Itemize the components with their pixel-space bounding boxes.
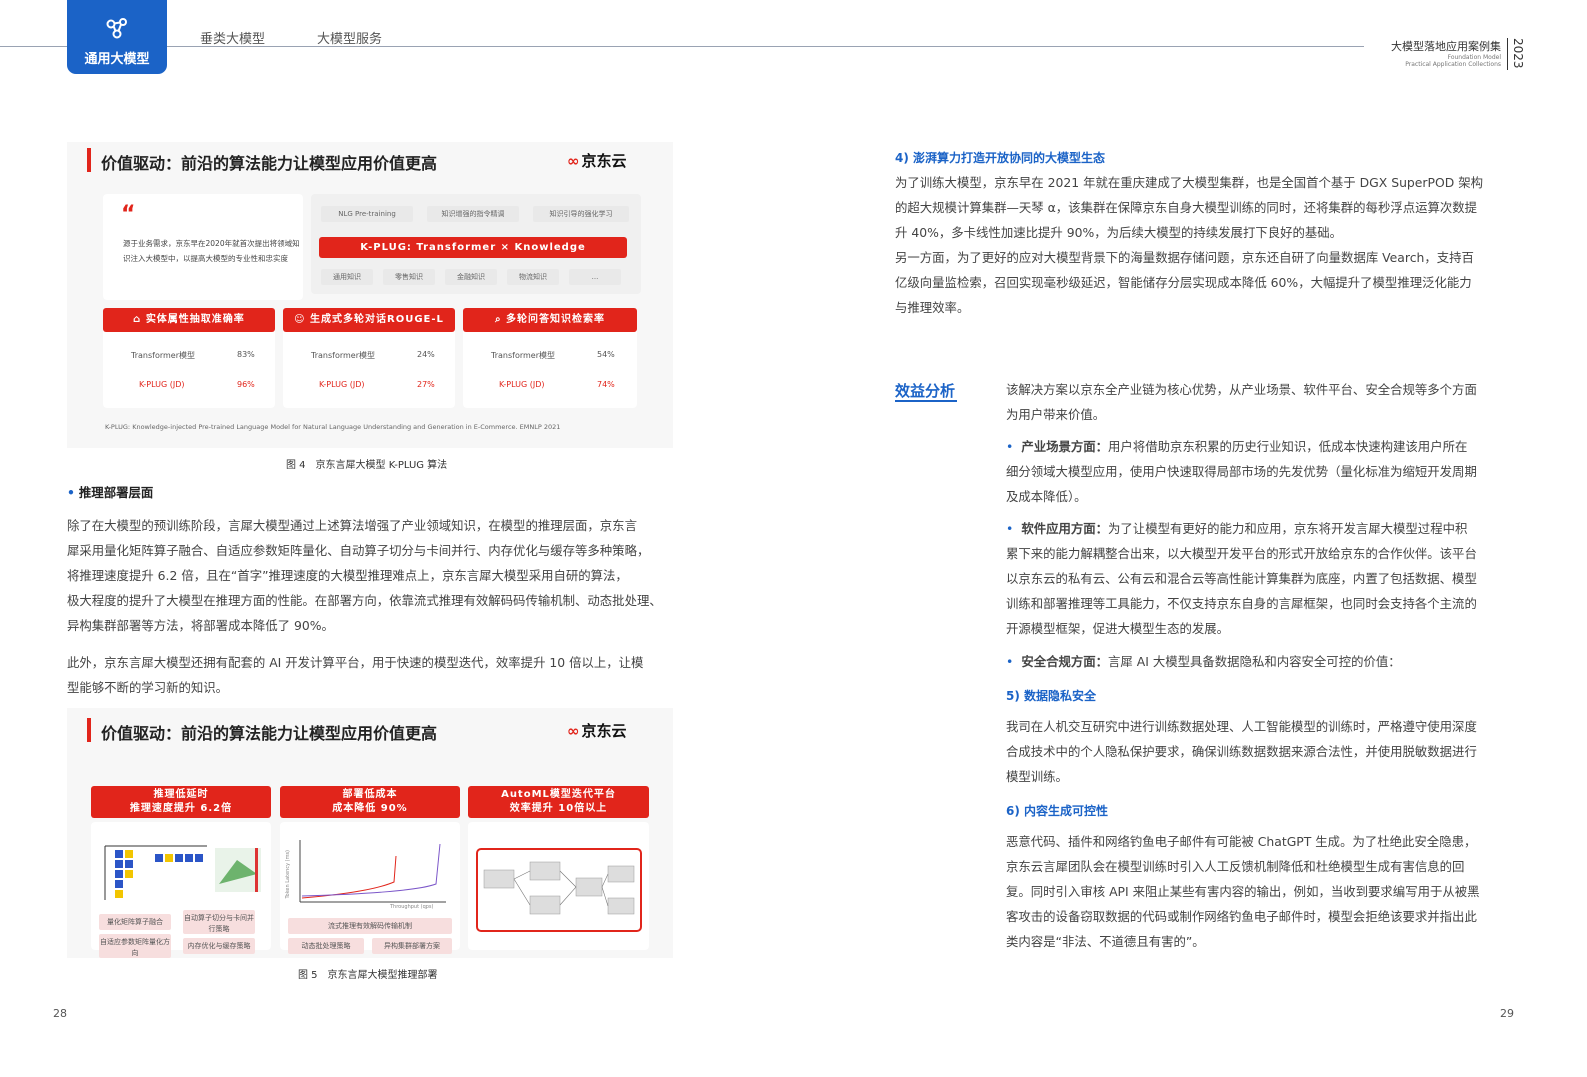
paragraph: 为了训练大模型，京东早在 2021 年就在重庆建成了大模型集群，也是全国首个基于…	[895, 175, 1483, 315]
bullet-item: • 产业场景方面：用户将借助京东积累的历史行业知识，低成本快速构建该用户所在 细分领…	[1006, 439, 1477, 504]
metric-card-title: ⌕ 多轮问答知识检索率	[463, 308, 637, 332]
row-value: 24%	[417, 350, 435, 359]
row-value: 27%	[417, 380, 435, 389]
tab-general-model[interactable]: 通用大模型	[67, 0, 167, 74]
chart-x-label: Throughput (qps)	[390, 904, 434, 910]
latency-chart	[299, 840, 446, 903]
jd-logo-icon: ∞	[567, 722, 580, 740]
page-number-left: 28	[53, 1007, 67, 1020]
metric-card-title: ⌂ 实体属性抽取准确率	[103, 308, 275, 332]
building-icon: ⌂	[133, 314, 146, 325]
brand-title: 大模型落地应用案例集	[1391, 40, 1501, 53]
quote-text: 源于业务需求，京东早在2020年就首次提出将领域知识注入大模型中，以提高大模型的…	[123, 239, 300, 263]
jd-cloud-logo: ∞ 京东云	[567, 152, 627, 170]
figure-title: 价值驱动：前沿的算法能力让模型应用价值更高	[86, 718, 437, 744]
year: 2023	[1511, 38, 1525, 69]
strategy-tag: 自适应参数矩阵量化方向	[99, 934, 171, 958]
row-label: Transformer模型	[491, 351, 556, 360]
quote-card: “ 源于业务需求，京东早在2020年就首次提出将领域知识注入大模型中，以提高大模…	[103, 194, 303, 300]
strategy-tag: 动态批处理策略	[288, 938, 364, 954]
chat-icon: ☺	[294, 314, 310, 325]
tag: 物流知识	[507, 269, 559, 285]
tag: 通用知识	[321, 269, 373, 285]
tag: 知识引导的强化学习	[533, 206, 629, 222]
tag: 金融知识	[445, 269, 497, 285]
tab-vertical-model[interactable]: 垂类大模型	[200, 28, 265, 47]
bullet-item: • 安全合规方面：言犀 AI 大模型具备数据隐私和内容安全可控的价值：	[1006, 654, 1401, 669]
footnote: K-PLUG: Knowledge-injected Pre-trained L…	[105, 423, 561, 431]
section-underline	[895, 400, 957, 402]
strategy-tag: 内存优化与缓存策略	[183, 938, 255, 954]
row-label: K-PLUG (JD)	[499, 380, 545, 389]
jd-logo-icon: ∞	[567, 152, 580, 170]
metric-card-title: ☺ 生成式多轮对话ROUGE-L	[283, 308, 455, 332]
tag: 零售知识	[383, 269, 435, 285]
figure-5: 价值驱动：前沿的算法能力让模型应用价值更高 ∞ 京东云 推理低延时 推理速度提升 6…	[67, 708, 673, 958]
section-heading-5: 5) 数据隐私安全	[1006, 689, 1097, 703]
brand-divider	[1507, 38, 1508, 70]
row-value: 54%	[597, 350, 615, 359]
page-number-right: 29	[1500, 1007, 1514, 1020]
row-value: 74%	[597, 380, 615, 389]
latency-panel: Token Latency (ms) Throughput (qps) 流式推理…	[280, 822, 460, 954]
section-heading-4: 4) 澎湃算力打造开放协同的大模型生态	[895, 151, 1106, 165]
matrix-diagram	[104, 845, 261, 900]
network-icon	[106, 18, 127, 39]
row-label: K-PLUG (JD)	[319, 380, 365, 389]
metric-card: ☺ 生成式多轮对话ROUGE-L Transformer模型 24% K-PLU…	[283, 308, 455, 408]
bullet-heading: • 推理部署层面	[67, 485, 154, 500]
feature-bar: AutoML模型迭代平台 效率提升 10倍以上	[468, 786, 649, 818]
strategy-tag: 自动算子切分与卡间并行策略	[183, 910, 255, 934]
metric-card: ⌂ 实体属性抽取准确率 Transformer模型 83% K-PLUG (JD…	[103, 308, 275, 408]
paragraph: 该解决方案以京东全产业链为核心优势，从产业场景、软件平台、安全合规等多个方面 为用…	[1006, 382, 1477, 422]
row-label: K-PLUG (JD)	[139, 380, 185, 389]
quote-icon: “	[121, 202, 136, 227]
tag: ...	[569, 269, 621, 285]
figure-4-caption: 图 4 京东言犀大模型 K-PLUG 算法	[286, 460, 448, 471]
kplug-panel: NLG Pre-training 知识增强的指令精调 知识引导的强化学习 K-P…	[311, 194, 641, 294]
bullet-item: • 软件应用方面：为了让模型有更好的能力和应用，京东将开发言犀大模型过程中积 累下来…	[1006, 521, 1477, 636]
section-heading-6: 6) 内容生成可控性	[1006, 804, 1109, 818]
tab-model-service[interactable]: 大模型服务	[317, 28, 382, 47]
search-icon: ⌕	[494, 314, 507, 325]
feature-bar: 部署低成本 成本降低 90%	[280, 786, 460, 818]
paragraph: 此外，京东言犀大模型还拥有配套的 AI 开发计算平台，用于快速的模型迭代，效率提…	[67, 655, 644, 695]
brand-subtitle-1: Foundation Model	[1447, 54, 1501, 61]
chart-y-label: Token Latency (ms)	[285, 850, 291, 899]
figure-title: 价值驱动：前沿的算法能力让模型应用价值更高	[86, 148, 437, 174]
row-value: 83%	[237, 350, 255, 359]
feature-bar: 推理低延时 推理速度提升 6.2倍	[91, 786, 271, 818]
strategy-tag: 量化矩阵算子融合	[99, 914, 171, 930]
paragraph: 我司在人机交互研究中进行训练数据处理、人工智能模型的训练时，严格遵守使用深度 合成…	[1006, 719, 1477, 784]
matrix-panel: 量化矩阵算子融合 自动算子切分与卡间并行策略 自适应参数矩阵量化方向 内存优化与…	[91, 822, 271, 958]
brand-subtitle-2: Practical Application Collections	[1405, 61, 1501, 68]
automl-diagram	[476, 848, 642, 932]
figure-5-caption: 图 5 京东言犀大模型推理部署	[298, 970, 438, 981]
tag: 知识增强的指令精调	[427, 206, 519, 222]
tab-active-label: 通用大模型	[84, 52, 150, 67]
row-value: 96%	[237, 380, 255, 389]
figure-4: 价值驱动：前沿的算法能力让模型应用价值更高 ∞ 京东云 “ 源于业务需求，京东早在…	[67, 142, 673, 448]
strategy-tag: 流式推理有效解码传输机制	[288, 918, 452, 934]
tag: NLG Pre-training	[321, 206, 413, 222]
metric-card: ⌕ 多轮问答知识检索率 Transformer模型 54% K-PLUG (JD…	[463, 308, 637, 408]
row-label: Transformer模型	[131, 351, 196, 360]
kplug-bar: K-PLUG: Transformer × Knowledge	[319, 237, 627, 258]
jd-cloud-logo: ∞ 京东云	[567, 722, 627, 740]
row-label: Transformer模型	[311, 351, 376, 360]
strategy-tag: 异构集群部署方案	[372, 938, 452, 954]
paragraph: 除了在大模型的预训练阶段，言犀大模型通过上述算法增强了产业领域知识，在模型的推理…	[67, 518, 662, 633]
section-title: 效益分析	[895, 382, 956, 400]
paragraph: 恶意代码、插件和网络钓鱼电子邮件有可能被 ChatGPT 生成。为了杜绝此安全隐…	[1006, 834, 1480, 949]
automl-panel	[468, 822, 649, 950]
